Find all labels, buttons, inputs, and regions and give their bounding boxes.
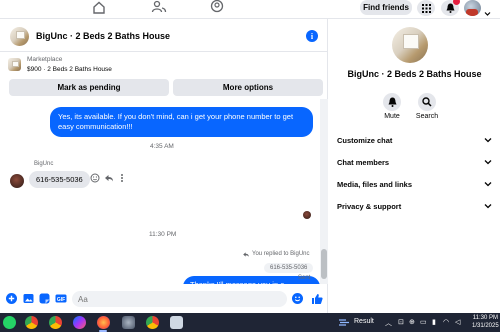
battery-icon[interactable]: ▮ [432, 318, 436, 326]
mute-bell-icon [388, 97, 396, 107]
people-icon[interactable] [151, 0, 167, 14]
clock[interactable]: 11:30 PM 1/31/2025 [472, 315, 499, 330]
info-icon[interactable]: i [306, 30, 318, 42]
photo-icon[interactable] [23, 293, 34, 304]
mute-action[interactable]: Mute [377, 93, 407, 120]
row-label: Media, files and links [337, 180, 413, 189]
read-receipt-avatar [303, 211, 311, 219]
chat-members-row[interactable]: Chat members [337, 158, 492, 172]
replied-to-label: You replied to BigUnc [252, 251, 310, 257]
notifications-button[interactable] [441, 0, 460, 16]
weather-result-label[interactable]: Result [354, 318, 374, 325]
clock-date: 1/31/2025 [472, 322, 499, 329]
row-label: Chat members [337, 158, 390, 167]
message-status: Sent [298, 275, 311, 281]
listing-thumbnail[interactable] [10, 27, 29, 46]
listing-title[interactable]: $900 · 2 Beds 2 Baths House [27, 66, 112, 73]
sticker-icon[interactable] [39, 293, 50, 304]
svg-text:GIF: GIF [57, 297, 65, 303]
chat-title[interactable]: BigUnc · 2 Beds 2 Baths House [36, 31, 170, 41]
quoted-message[interactable]: 616-535-5036 [264, 263, 314, 273]
grid-menu-button[interactable] [417, 0, 435, 16]
chat-header: BigUnc · 2 Beds 2 Baths House i [0, 19, 328, 52]
incoming-message[interactable]: 616-535-5036 [29, 171, 90, 188]
mute-label: Mute [384, 113, 400, 120]
emoji-icon[interactable] [292, 293, 303, 304]
grid-menu-icon [421, 3, 431, 13]
reply-icon [243, 252, 249, 257]
app-icon[interactable] [170, 316, 183, 329]
scrollbar-thumb[interactable] [321, 249, 327, 279]
chevron-down-icon [484, 138, 492, 143]
message-scrollbar[interactable] [320, 99, 328, 284]
timestamp-separator: 11:30 PM [149, 231, 177, 238]
wifi-icon[interactable]: ◠ [443, 318, 449, 326]
listing-profile-image[interactable] [392, 27, 428, 63]
clock-time: 11:30 PM [472, 315, 498, 321]
message-input[interactable] [72, 291, 287, 307]
listing-image[interactable] [8, 58, 21, 71]
search-label: Search [415, 113, 439, 120]
privacy-support-row[interactable]: Privacy & support [337, 202, 492, 216]
find-friends-button[interactable]: Find friends [360, 0, 412, 15]
marketplace-label: Marketplace [27, 56, 63, 63]
conversation-title: BigUnc · 2 Beds 2 Baths House [347, 69, 482, 79]
gif-icon[interactable]: GIF [55, 293, 67, 304]
chevron-down-icon [484, 204, 492, 209]
tray-app-icon[interactable]: ⊕ [409, 318, 415, 326]
media-files-links-row[interactable]: Media, files and links [337, 180, 492, 194]
outgoing-message[interactable]: Yes, its available. If you don't mind, c… [50, 107, 313, 137]
tray-app-icon[interactable]: ⊡ [398, 318, 404, 326]
plus-circle-icon[interactable] [6, 293, 17, 304]
windows-taskbar: Result ︿ ⊡ ⊕ ▭ ▮ ◠ ◁ 11:30 PM 1/31/2025 [0, 313, 500, 332]
reply-icon[interactable] [104, 173, 114, 183]
notification-badge [453, 0, 460, 5]
customize-chat-row[interactable]: Customize chat [337, 136, 492, 150]
tray-chevron-icon[interactable]: ︿ [385, 318, 392, 328]
mark-as-pending-button[interactable]: Mark as pending [9, 79, 169, 96]
search-icon [422, 97, 432, 107]
weather-icon[interactable] [338, 318, 350, 327]
message-composer: GIF [0, 284, 328, 313]
search-action[interactable]: Search [412, 93, 442, 120]
bell-icon [446, 3, 454, 13]
row-label: Customize chat [337, 136, 393, 145]
network-icon[interactable]: ▭ [420, 318, 427, 326]
sender-name: BigUnc [34, 161, 54, 167]
chevron-down-icon [484, 160, 492, 165]
top-navigation-bar: Find friends [0, 0, 500, 19]
chevron-down-icon [484, 182, 492, 187]
firefox-icon[interactable] [97, 316, 110, 329]
emoji-react-icon[interactable] [90, 173, 100, 183]
thumbs-up-icon[interactable] [311, 293, 323, 305]
groups-icon[interactable] [209, 0, 225, 14]
timestamp-separator: 4:35 AM [150, 143, 174, 150]
chrome-icon[interactable] [25, 316, 38, 329]
sender-avatar[interactable] [10, 174, 24, 188]
chat-panel: BigUnc · 2 Beds 2 Baths House i Marketpl… [0, 19, 328, 313]
volume-icon[interactable]: ◁ [455, 318, 460, 326]
chrome-secondary-icon[interactable] [146, 316, 159, 329]
avatar[interactable] [464, 0, 481, 16]
conversation-details-panel: BigUnc · 2 Beds 2 Baths House Mute Searc… [329, 19, 500, 313]
message-list: Yes, its available. If you don't mind, c… [0, 99, 320, 284]
marketplace-listing-bar: Marketplace $900 · 2 Beds 2 Baths House … [0, 53, 328, 99]
home-icon[interactable] [91, 0, 107, 14]
messenger-icon[interactable] [73, 316, 86, 329]
more-icon[interactable] [119, 173, 125, 183]
chrome-profile-icon[interactable] [49, 316, 62, 329]
more-options-button[interactable]: More options [173, 79, 323, 96]
row-label: Privacy & support [337, 202, 402, 211]
chevron-down-icon[interactable] [484, 11, 491, 17]
whatsapp-icon[interactable] [3, 316, 16, 329]
app-icon[interactable] [122, 316, 135, 329]
